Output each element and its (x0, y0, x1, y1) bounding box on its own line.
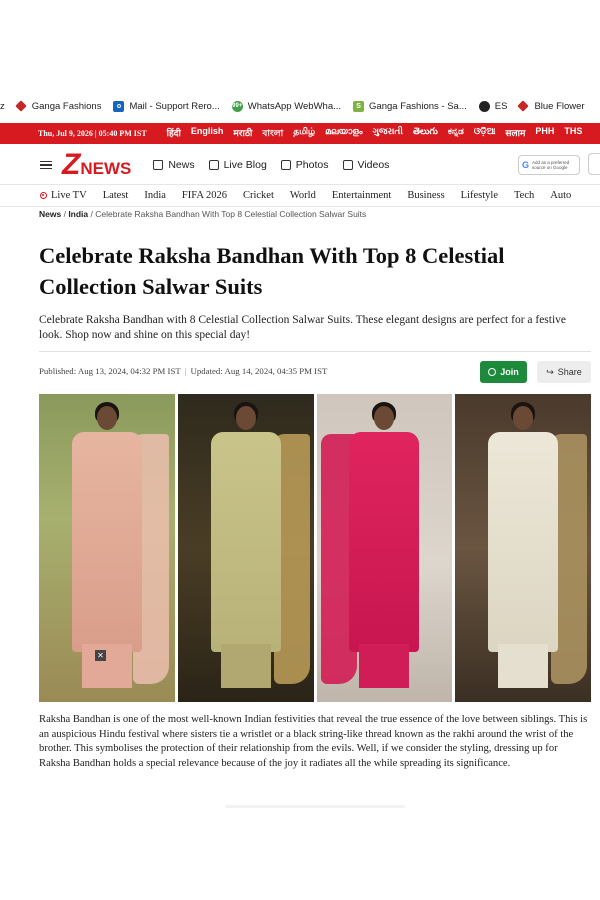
nav-live-blog[interactable]: Live Blog (208, 159, 267, 171)
nav-live-tv-label: Live TV (51, 190, 87, 201)
nav-videos-label: Videos (357, 159, 390, 171)
salwar-suit-photo-pink (316, 394, 453, 702)
article-title: Celebrate Raksha Bandhan With Top 8 Cele… (39, 243, 505, 299)
lang-malayalam[interactable]: മലയാളം (325, 126, 362, 141)
lang-odia[interactable]: ଓଡ଼ିଆ (474, 126, 496, 141)
lang-tamil[interactable]: தமிழ் (293, 126, 315, 141)
ganga-diamond-icon (15, 100, 27, 112)
bookmark-label: Mail - Support Rero... (129, 100, 220, 112)
share-icon: ↪ (546, 366, 554, 377)
close-icon[interactable]: ✕ (95, 650, 106, 661)
salwar-suit-photo-sage (177, 394, 314, 702)
bookmark-ganga-fashions[interactable]: Ganga Fashions (15, 100, 102, 112)
top-bar: Thu, Jul 9, 2026 | 05:40 PM IST हिंदी En… (0, 123, 600, 144)
bookmark-label: Ganga Fashions - Sa... (369, 100, 467, 112)
photo-icon (280, 160, 291, 170)
nav-lifestyle[interactable]: Lifestyle (461, 190, 498, 201)
shopify-icon: S (353, 100, 365, 112)
share-label: Share (557, 367, 582, 377)
share-button[interactable]: ↪ Share (537, 361, 591, 383)
lang-telugu[interactable]: తెలుగు (413, 126, 438, 141)
bookmark-label: ES (494, 100, 508, 112)
bookmark-z[interactable]: z (0, 101, 5, 112)
bookmarks-bar: z Ganga Fashions o Mail - Support Rero...… (0, 96, 600, 116)
header-action-button[interactable] (588, 153, 600, 175)
lang-bangla[interactable]: বাংলা (262, 126, 283, 141)
bookmark-label: Blue Flower (534, 100, 585, 112)
nav-entertainment[interactable]: Entertainment (332, 190, 391, 201)
lang-kannada[interactable]: ಕನ್ನಡ (448, 126, 464, 141)
video-icon (342, 160, 353, 170)
nav-photos[interactable]: Photos (280, 159, 329, 171)
bookmark-mail-support[interactable]: o Mail - Support Rero... (113, 100, 220, 112)
article-hero-image (39, 394, 591, 702)
whatsapp-icon: 99+ (231, 100, 243, 112)
logo-z: Z (62, 148, 81, 181)
lang-english[interactable]: English (191, 126, 224, 141)
updated-date: Updated: Aug 14, 2024, 04:35 PM IST (190, 366, 328, 376)
nav-live-blog-label: Live Blog (223, 159, 267, 171)
nav-news[interactable]: News (153, 159, 195, 171)
nav-world[interactable]: World (290, 190, 316, 201)
nav-fifa-2026[interactable]: FIFA 2026 (182, 190, 227, 201)
bookmark-es[interactable]: ES (478, 100, 508, 112)
lang-ths[interactable]: THS (564, 126, 582, 141)
lang-salaam[interactable]: सलाम (505, 126, 525, 141)
bookmark-label: z (0, 100, 5, 112)
breadcrumb-current: Celebrate Raksha Bandhan With Top 8 Cele… (95, 209, 367, 219)
lang-phh[interactable]: PHH (535, 126, 554, 141)
lang-marathi[interactable]: मराठी (233, 126, 252, 141)
google-preferred-source-badge[interactable]: G Add as a preferred source on Google (518, 155, 580, 175)
ganga-diamond-icon (517, 100, 530, 112)
lang-gujarati[interactable]: ગુજરાતી (372, 126, 402, 141)
site-header: Z NEWS News Live Blog Photos Videos G Ad… (0, 147, 600, 183)
google-icon: G (522, 159, 530, 170)
outlook-icon: o (113, 100, 125, 112)
bookmark-ganga-fashions-sales[interactable]: S Ganga Fashions - Sa... (353, 100, 467, 112)
breadcrumb: News / India / Celebrate Raksha Bandhan … (39, 209, 367, 219)
bookmark-whatsapp[interactable]: 99+ WhatsApp WebWha... (231, 100, 342, 112)
language-list: हिंदी English मराठी বাংলা தமிழ் മലയാളം ગ… (167, 126, 593, 141)
google-badge-text: Add as a preferred source on Google (532, 160, 570, 170)
article-meta: Published: Aug 13, 2024, 04:32 PM IST | Up… (39, 366, 328, 376)
bookmark-label: Ganga Fashions (31, 100, 102, 112)
logo-news: NEWS (80, 159, 132, 178)
primary-nav: News Live Blog Photos Videos (153, 159, 403, 171)
nav-tech[interactable]: Tech (514, 190, 534, 201)
salwar-suit-photo-peach (39, 394, 175, 702)
globe-icon (478, 100, 490, 112)
blog-icon (208, 160, 219, 170)
live-icon (40, 192, 47, 199)
menu-icon[interactable] (40, 160, 52, 170)
nav-photos-label: Photos (295, 159, 329, 171)
article-body: Raksha Bandhan is one of the most well-k… (39, 714, 588, 769)
join-label: Join (500, 367, 519, 377)
salwar-suit-photo-ivory (455, 394, 591, 702)
nav-videos[interactable]: Videos (342, 159, 390, 171)
nav-cricket[interactable]: Cricket (243, 190, 274, 201)
published-date: Published: Aug 13, 2024, 04:32 PM IST (39, 366, 181, 376)
whatsapp-join-button[interactable]: Join (480, 361, 527, 383)
breadcrumb-news[interactable]: News (39, 209, 61, 219)
whatsapp-icon (488, 368, 497, 376)
bookmark-label: WhatsApp WebWha... (247, 100, 342, 112)
nav-india[interactable]: India (144, 190, 166, 201)
article-summary: Celebrate Raksha Bandhan with 8 Celestia… (39, 314, 567, 341)
secondary-nav: Live TV Latest India FIFA 2026 Cricket W… (0, 184, 600, 207)
nav-news-label: News (168, 159, 195, 171)
divider (39, 351, 591, 352)
current-date: Thu, Jul 9, 2026 | 05:40 PM IST (38, 129, 147, 138)
breadcrumb-india[interactable]: India (68, 209, 88, 219)
content-placeholder (225, 805, 405, 808)
nav-latest[interactable]: Latest (103, 190, 129, 201)
home-icon (153, 160, 164, 170)
bookmark-blue-flower[interactable]: Blue Flower (517, 100, 585, 112)
lang-hindi[interactable]: हिंदी (167, 126, 181, 141)
nav-live-tv[interactable]: Live TV (40, 190, 87, 201)
nav-auto[interactable]: Auto (550, 190, 571, 201)
nav-business[interactable]: Business (407, 190, 444, 201)
znews-logo[interactable]: Z NEWS (62, 150, 131, 180)
